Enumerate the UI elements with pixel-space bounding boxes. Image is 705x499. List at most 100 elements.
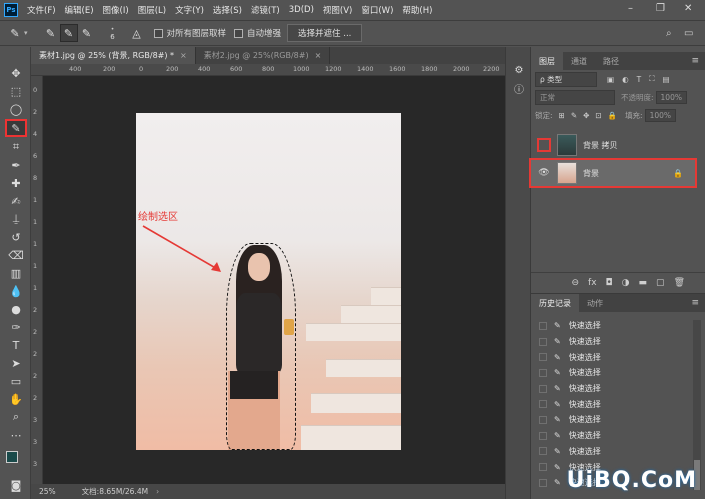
history-entry[interactable]: ✎ 快速选择 — [531, 412, 705, 428]
history-entry[interactable]: ✎ 快速选择 — [531, 334, 705, 350]
search-icon[interactable]: ⌕ — [666, 28, 672, 39]
opacity-input[interactable]: 100% — [655, 90, 687, 104]
history-entry[interactable]: ✎ 快速选择 — [531, 349, 705, 365]
quick-selection-tool-icon[interactable]: ✎ — [5, 119, 27, 137]
zoom-tool-icon[interactable]: ⌕ — [7, 409, 25, 425]
eye-icon[interactable]: 👁 — [537, 166, 551, 180]
marquee-tool-icon[interactable]: ⬚ — [7, 83, 25, 99]
new-group-icon[interactable]: ▬ — [639, 278, 648, 288]
history-snapshot-box[interactable] — [539, 337, 547, 346]
menu-type[interactable]: 文字(Y) — [175, 4, 204, 16]
layer-row-background[interactable]: 👁 背景 🔒 — [529, 158, 697, 188]
menu-window[interactable]: 窗口(W) — [361, 4, 393, 16]
tab-layers[interactable]: 图层 — [531, 52, 563, 70]
tab-document-2[interactable]: 素材2.jpg @ 25%(RGB/8#) × — [196, 47, 331, 64]
lock-all-icon[interactable]: 🔒 — [608, 111, 617, 120]
select-and-mask-button[interactable]: 选择并遮住 ... — [287, 24, 363, 42]
add-selection-brush-icon[interactable]: ✎ — [59, 24, 78, 42]
history-entry[interactable]: ✎ 快速选择 — [531, 444, 705, 460]
history-snapshot-box[interactable] — [539, 431, 547, 440]
history-snapshot-box[interactable] — [539, 384, 547, 393]
info-icon[interactable]: ⓘ — [512, 81, 526, 96]
auto-enhance-checkbox[interactable] — [234, 28, 244, 38]
new-selection-brush-icon[interactable]: ✎ — [42, 24, 60, 42]
history-entry[interactable]: ✎ 快速选择 — [531, 396, 705, 412]
filter-shape-icon[interactable]: ⛶ — [649, 74, 654, 84]
path-selection-tool-icon[interactable]: ➤ — [7, 355, 25, 371]
lock-image-icon[interactable]: ✎ — [571, 111, 577, 120]
history-entry[interactable]: ✎ 快速选择 — [531, 381, 705, 397]
pen-tool-icon[interactable]: ✑ — [7, 319, 25, 335]
maximize-button[interactable]: ❐ — [656, 3, 665, 14]
eyedropper-tool-icon[interactable]: ✒ — [7, 157, 25, 173]
history-entry[interactable]: ✎ 快速选择 — [531, 318, 705, 334]
history-snapshot-box[interactable] — [539, 463, 547, 472]
minimize-button[interactable]: – — [628, 3, 633, 14]
filter-smart-object-icon[interactable]: ▤ — [662, 75, 669, 84]
menu-view[interactable]: 视图(V) — [323, 4, 352, 16]
layer-style-icon[interactable]: fx — [588, 278, 597, 288]
new-layer-icon[interactable]: ▢ — [656, 278, 665, 288]
history-snapshot-box[interactable] — [539, 478, 547, 487]
status-arrow-icon[interactable]: › — [156, 487, 159, 496]
history-brush-tool-icon[interactable]: ↺ — [7, 229, 25, 245]
sample-all-layers-checkbox[interactable] — [153, 28, 163, 38]
filter-pixel-icon[interactable]: ▣ — [607, 75, 614, 84]
healing-brush-tool-icon[interactable]: ✚ — [7, 175, 25, 191]
libraries-icon[interactable]: ⚙ — [512, 63, 526, 77]
history-entry[interactable]: ✎ 快速选择 — [531, 428, 705, 444]
close-tab-icon[interactable]: × — [180, 51, 187, 60]
brush-picker[interactable]: • 6 — [102, 26, 124, 41]
foreground-color-swatch[interactable] — [6, 451, 18, 463]
history-snapshot-box[interactable] — [539, 321, 547, 330]
layer-name[interactable]: 背景 拷贝 — [583, 140, 618, 151]
blend-mode-select[interactable]: 正常 — [535, 89, 615, 105]
workspace-icon[interactable]: ▭ — [684, 28, 693, 39]
history-snapshot-box[interactable] — [539, 368, 547, 377]
rectangle-tool-icon[interactable]: ▭ — [7, 373, 25, 389]
layer-row-background-copy[interactable]: 背景 拷贝 — [531, 132, 705, 158]
layer-name[interactable]: 背景 — [583, 168, 599, 179]
history-snapshot-box[interactable] — [539, 447, 547, 456]
eraser-tool-icon[interactable]: ⌫ — [7, 247, 25, 263]
brush-tool-icon[interactable]: ✍ — [7, 193, 25, 209]
lock-transparent-icon[interactable]: ⊞ — [559, 111, 565, 120]
angle-icon[interactable]: ◬ — [128, 24, 146, 42]
close-window-button[interactable]: ✕ — [684, 3, 692, 14]
menu-layer[interactable]: 图层(L) — [138, 4, 166, 16]
ruler-vertical[interactable]: 0 2 4 6 8 1 1 1 1 1 2 2 2 2 2 3 3 3 — [31, 76, 43, 484]
lock-artboard-icon[interactable]: ⊡ — [595, 111, 601, 120]
history-snapshot-box[interactable] — [539, 353, 547, 362]
quick-mask-icon[interactable]: ◙ — [7, 477, 25, 493]
close-tab-icon[interactable]: × — [315, 51, 322, 60]
adjustment-layer-icon[interactable]: ◑ — [622, 278, 630, 288]
history-snapshot-box[interactable] — [539, 400, 547, 409]
history-snapshot-box[interactable] — [539, 415, 547, 424]
tool-preset-icon[interactable]: ✎ — [6, 24, 24, 42]
dodge-tool-icon[interactable]: ● — [7, 301, 25, 317]
move-tool-icon[interactable]: ✥ — [7, 65, 25, 81]
gradient-tool-icon[interactable]: ▥ — [7, 265, 25, 281]
menu-file[interactable]: 文件(F) — [27, 4, 56, 16]
history-scrollbar[interactable] — [693, 320, 701, 490]
add-mask-icon[interactable]: ◘ — [606, 278, 613, 288]
filter-type-icon[interactable]: T — [637, 75, 642, 84]
ruler-horizontal[interactable]: 400 200 0 200 400 600 800 1000 1200 1400… — [31, 64, 505, 76]
lasso-tool-icon[interactable]: ◯ — [7, 101, 25, 117]
type-tool-icon[interactable]: T — [7, 337, 25, 353]
history-entry[interactable]: ✎ 快速选择 — [531, 365, 705, 381]
preset-dropdown-icon[interactable]: ▾ — [24, 29, 28, 37]
tab-channels[interactable]: 通道 — [563, 52, 595, 70]
menu-select[interactable]: 选择(S) — [213, 4, 242, 16]
menu-help[interactable]: 帮助(H) — [402, 4, 432, 16]
blur-tool-icon[interactable]: 💧 — [7, 283, 25, 299]
filter-kind-select[interactable]: ρ 类型 — [535, 71, 597, 87]
crop-tool-icon[interactable]: ⌗ — [7, 139, 25, 155]
link-layers-icon[interactable]: ⊖ — [572, 278, 580, 288]
layer-visibility-toggle[interactable] — [537, 138, 551, 152]
menu-3d[interactable]: 3D(D) — [289, 5, 314, 15]
delete-layer-icon[interactable]: 🗑 — [674, 278, 685, 288]
zoom-level[interactable]: 25% — [39, 487, 56, 496]
tab-paths[interactable]: 路径 — [595, 52, 627, 70]
menu-edit[interactable]: 编辑(E) — [65, 4, 94, 16]
